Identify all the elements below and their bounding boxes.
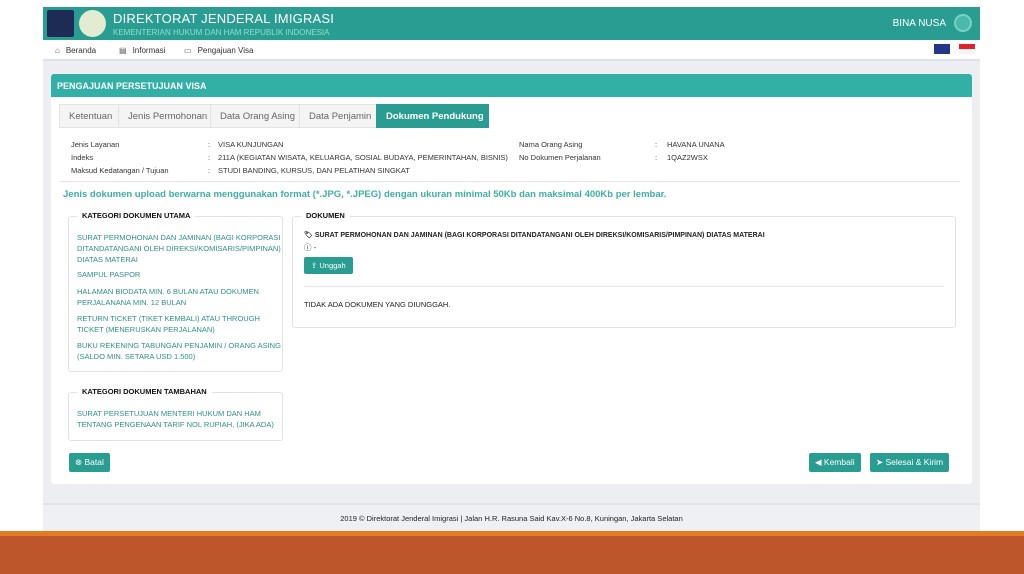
bottom-bar — [0, 536, 1024, 574]
divider — [60, 181, 960, 182]
info-label: Indeks — [71, 153, 94, 162]
user-avatar-icon[interactable] — [954, 14, 972, 32]
upload-notice: Jenis dokumen upload berwarna menggunaka… — [63, 189, 667, 200]
doc-link[interactable]: SAMPUL PASPOR — [77, 269, 282, 280]
tab-jenis-permohonan[interactable]: Jenis Permohonan — [118, 104, 218, 128]
info-label: Nama Orang Asing — [519, 140, 583, 149]
doc-link[interactable]: BUKU REKENING TABUNGAN PENJAMIN / ORANG … — [77, 340, 282, 362]
divider — [304, 286, 944, 287]
info-value: 211A (KEGIATAN WISATA, KELUARGA, SOSIAL … — [218, 153, 508, 162]
nav-beranda[interactable]: ⌂ Beranda — [55, 46, 96, 55]
tab-dokumen-pendukung[interactable]: Dokumen Pendukung — [376, 104, 489, 128]
doc-link[interactable]: SURAT PERMOHONAN DAN JAMINAN (BAGI KORPO… — [77, 232, 282, 265]
info-label: Maksud Kedatangan / Tujuan — [71, 166, 169, 175]
home-icon: ⌂ — [55, 46, 60, 55]
info-value: STUDI BANDING, KURSUS, DAN PELATIHAN SIN… — [218, 166, 410, 175]
doc-title: 🏷 SURAT PERMOHONAN DAN JAMINAN (BAGI KOR… — [304, 232, 765, 239]
uk-flag-icon[interactable] — [934, 44, 950, 54]
app-subtitle: KEMENTERIAN HUKUM DAN HAM REPUBLIK INDON… — [113, 28, 330, 37]
nav-informasi[interactable]: ▤ Informasi — [119, 46, 165, 55]
indonesia-flag-icon[interactable] — [959, 44, 975, 54]
cancel-button[interactable]: ⊗ Batal — [69, 453, 110, 472]
tag-icon: 🏷 — [304, 232, 315, 239]
visa-panel: PENGAJUAN PERSETUJUAN VISA Ketentuan Jen… — [51, 74, 972, 484]
dokumen-fieldset: DOKUMEN 🏷 SURAT PERMOHONAN DAN JAMINAN (… — [292, 211, 956, 328]
id-card-icon: ▭ — [184, 46, 192, 55]
app-title: DIREKTORAT JENDERAL IMIGRASI — [113, 11, 335, 26]
fieldset-legend: DOKUMEN — [301, 211, 350, 220]
fieldset-legend: KATEGORI DOKUMEN TAMBAHAN — [77, 387, 212, 396]
doc-link[interactable]: HALAMAN BIODATA MIN. 6 BULAN ATAU DOKUME… — [77, 286, 282, 308]
doc-info: ⓘ - — [304, 243, 317, 252]
panel-title: PENGAJUAN PERSETUJUAN VISA — [51, 74, 972, 97]
kategori-utama-fieldset: KATEGORI DOKUMEN UTAMA SURAT PERMOHONAN … — [68, 211, 283, 372]
doc-link[interactable]: SURAT PERSETUJUAN MENTERI HUKUM DAN HAM … — [77, 408, 282, 430]
top-nav: ⌂ Beranda ▤ Informasi ▭ Pengajuan Visa — [43, 40, 980, 61]
user-name[interactable]: BINA NUSA — [893, 18, 946, 29]
footer: 2019 © Direktorat Jenderal Imigrasi | Ja… — [43, 503, 980, 531]
empty-message: TIDAK ADA DOKUMEN YANG DIUNGGAH. — [304, 300, 451, 309]
kategori-tambahan-fieldset: KATEGORI DOKUMEN TAMBAHAN SURAT PERSETUJ… — [68, 387, 283, 441]
fieldset-legend: KATEGORI DOKUMEN UTAMA — [77, 211, 196, 220]
info-icon: ⓘ — [304, 243, 314, 252]
back-icon: ◀ — [815, 457, 824, 467]
upload-button[interactable]: ⇪ Unggah — [304, 257, 353, 274]
info-value: 1QAZ2WSX — [667, 153, 708, 162]
doc-link[interactable]: RETURN TICKET (TIKET KEMBALI) ATAU THROU… — [77, 313, 282, 335]
imigrasi-logo — [47, 10, 74, 37]
submit-button[interactable]: ➤ Selesai & Kirim — [870, 453, 950, 472]
tab-data-orang-asing[interactable]: Data Orang Asing — [210, 104, 305, 128]
tab-ketentuan[interactable]: Ketentuan — [59, 104, 123, 128]
back-button[interactable]: ◀ Kembali — [809, 453, 861, 472]
tab-data-penjamin[interactable]: Data Penjamin — [299, 104, 382, 128]
app-header: DIREKTORAT JENDERAL IMIGRASI KEMENTERIAN… — [43, 7, 980, 40]
info-label: No Dokumen Perjalanan — [519, 153, 601, 162]
ministry-logo — [79, 10, 106, 37]
nav-pengajuan-visa[interactable]: ▭ Pengajuan Visa — [184, 46, 253, 55]
info-label: Jenis Layanan — [71, 140, 120, 149]
book-icon: ▤ — [119, 46, 127, 55]
info-value: HAVANA UNANA — [667, 140, 725, 149]
info-value: VISA KUNJUNGAN — [218, 140, 284, 149]
